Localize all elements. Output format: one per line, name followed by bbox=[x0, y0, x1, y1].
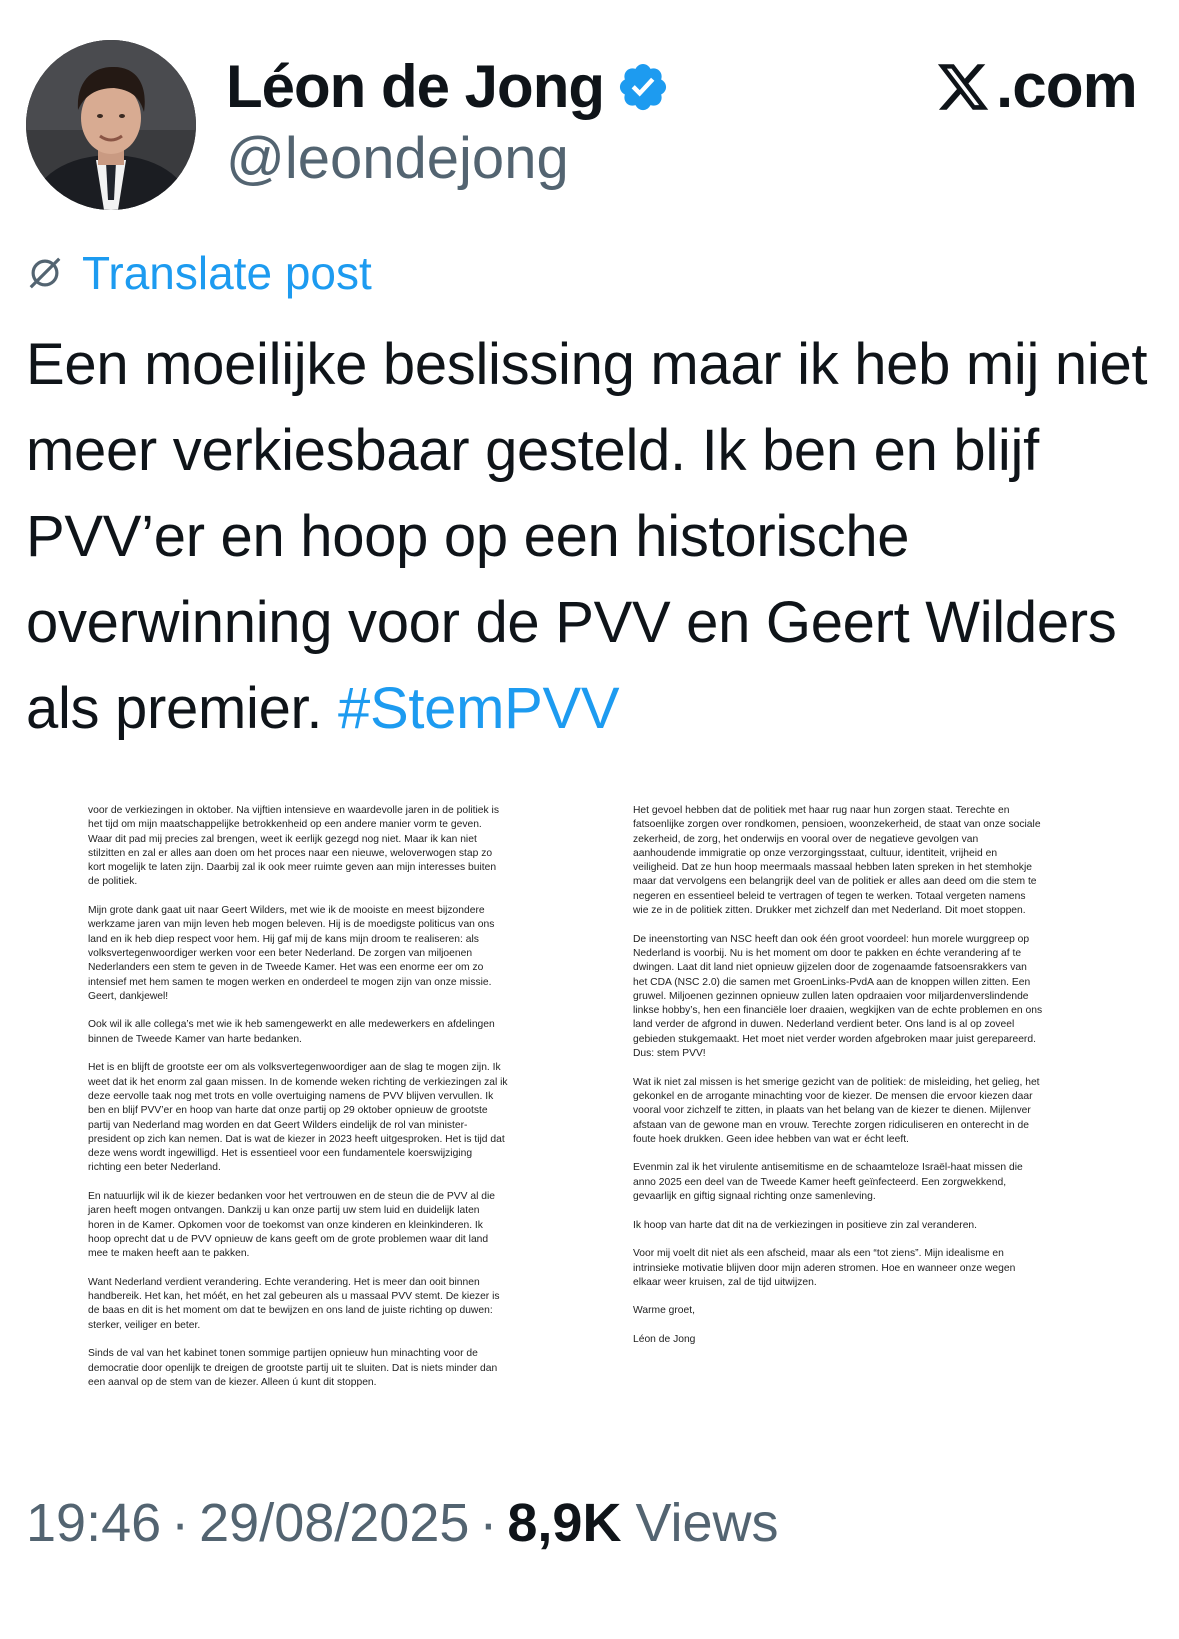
document-paragraph: Voor mij voelt dit niet als een afscheid… bbox=[633, 1248, 1016, 1288]
translate-post-label: Translate post bbox=[82, 247, 372, 299]
author-handle[interactable]: @leondejong bbox=[226, 130, 569, 188]
meta-separator: · bbox=[479, 1493, 498, 1553]
document-paragraph: Mijn grote dank gaat uit naar Geert Wild… bbox=[88, 905, 495, 1002]
post-meta: 19:46 · 29/08/2025 · 8,9K Views bbox=[26, 1496, 779, 1550]
post-text: Een moeilijke beslissing maar ik heb mij… bbox=[26, 322, 1156, 752]
post-time[interactable]: 19:46 bbox=[26, 1496, 161, 1550]
verified-badge-icon bbox=[619, 63, 667, 111]
document-paragraph: Het gevoel hebben dat de politiek met ha… bbox=[633, 805, 1041, 917]
document-paragraph: Sinds de val van het kabinet tonen sommi… bbox=[88, 1348, 498, 1388]
x-logo-icon bbox=[937, 64, 989, 110]
document-paragraph: Ook wil ik alle collega’s met wie ik heb… bbox=[88, 1019, 495, 1045]
x-brand: .com bbox=[934, 52, 1138, 121]
post-date[interactable]: 29/08/2025 bbox=[199, 1496, 469, 1550]
hashtag-link[interactable]: #StemPVV bbox=[338, 676, 620, 741]
globe-icon bbox=[29, 257, 61, 289]
document-paragraph: En natuurlijk wil ik de kiezer bedanken … bbox=[88, 1191, 495, 1260]
document-signature: Léon de Jong bbox=[633, 1333, 696, 1345]
author-name[interactable]: Léon de Jong bbox=[226, 57, 605, 117]
document-right-column: Het gevoel hebben dat de politiek met ha… bbox=[633, 804, 1043, 1362]
document-paragraph: Warme groet, bbox=[633, 1305, 695, 1317]
document-paragraph: Wat ik niet zal missen is het smerige ge… bbox=[633, 1076, 1040, 1145]
meta-separator: · bbox=[171, 1493, 190, 1553]
document-paragraph: Evenmin zal ik het virulente antisemitis… bbox=[633, 1162, 1023, 1203]
views-count: 8,9K bbox=[507, 1493, 622, 1553]
document-paragraph: Ik hoop van harte dat dit na de verkiezi… bbox=[633, 1219, 978, 1231]
document-paragraph: De ineenstorting van NSC heeft dan ook é… bbox=[633, 933, 1043, 1060]
document-left-column: voor de verkiezingen in oktober. Na vijf… bbox=[88, 804, 508, 1404]
document-paragraph: Het is en blijft de grootste eer om als … bbox=[88, 1062, 508, 1174]
translate-post-link[interactable]: Translate post bbox=[26, 250, 372, 296]
brand-domain: .com bbox=[996, 52, 1138, 121]
avatar-photo bbox=[26, 40, 196, 210]
author-avatar[interactable] bbox=[26, 40, 196, 210]
attached-document-image[interactable]: voor de verkiezingen in oktober. Na vijf… bbox=[26, 790, 1152, 1430]
document-paragraph: voor de verkiezingen in oktober. Na vijf… bbox=[88, 805, 499, 888]
document-paragraph: Want Nederland verdient verandering. Ech… bbox=[88, 1276, 500, 1331]
author-name-row: Léon de Jong bbox=[226, 52, 670, 122]
views-label: Views bbox=[635, 1493, 779, 1553]
